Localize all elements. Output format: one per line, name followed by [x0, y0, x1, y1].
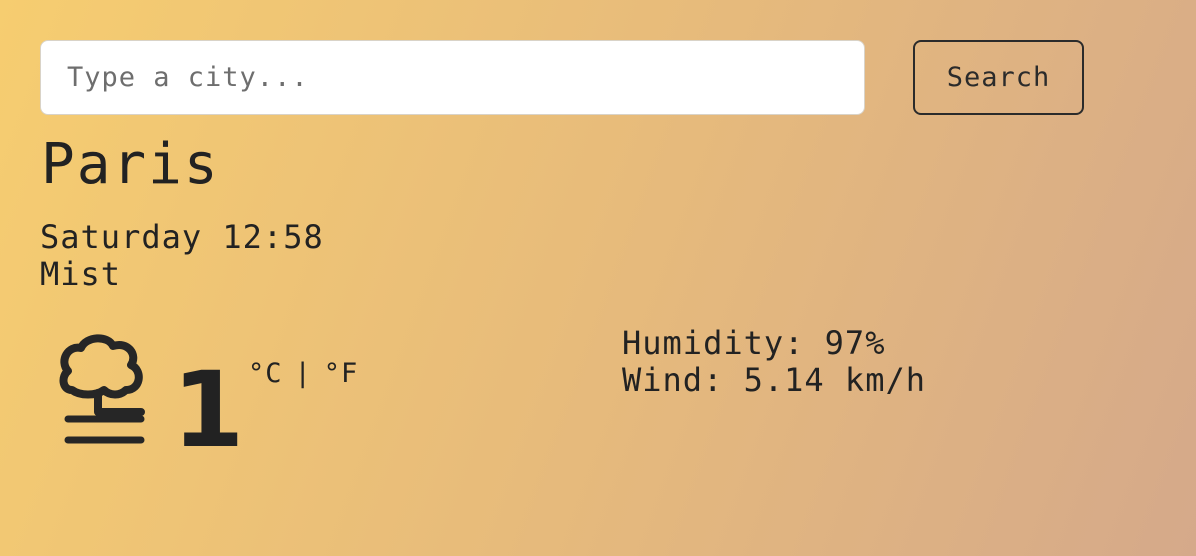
- humidity-row: Humidity: 97%: [622, 325, 926, 362]
- weather-app: Search Paris Saturday 12:58 Mist 1 °C | °F…: [0, 0, 1196, 556]
- humidity-value: 97%: [824, 324, 886, 362]
- humidity-label: Humidity:: [622, 324, 805, 362]
- wind-row: Wind: 5.14 km/h: [622, 362, 926, 399]
- weather-details: Saturday 12:58 Mist: [40, 219, 324, 293]
- weather-metrics: Humidity: 97% Wind: 5.14 km/h: [622, 325, 926, 399]
- weather-description: Mist: [40, 255, 122, 293]
- date-time: Saturday 12:58: [40, 218, 324, 256]
- celsius-link[interactable]: °C: [248, 358, 283, 389]
- search-button[interactable]: Search: [913, 40, 1084, 115]
- fahrenheit-link[interactable]: °F: [324, 358, 359, 389]
- unit-separator: |: [294, 358, 312, 389]
- temperature-units: °C | °F: [248, 358, 358, 390]
- city-name: Paris: [41, 132, 220, 197]
- city-search-input[interactable]: [40, 40, 865, 115]
- temperature-value: 1: [172, 349, 245, 471]
- wind-label: Wind:: [622, 361, 724, 399]
- wind-value: 5.14 km/h: [743, 361, 926, 399]
- mist-icon: [56, 333, 156, 451]
- search-form: Search: [40, 40, 1084, 116]
